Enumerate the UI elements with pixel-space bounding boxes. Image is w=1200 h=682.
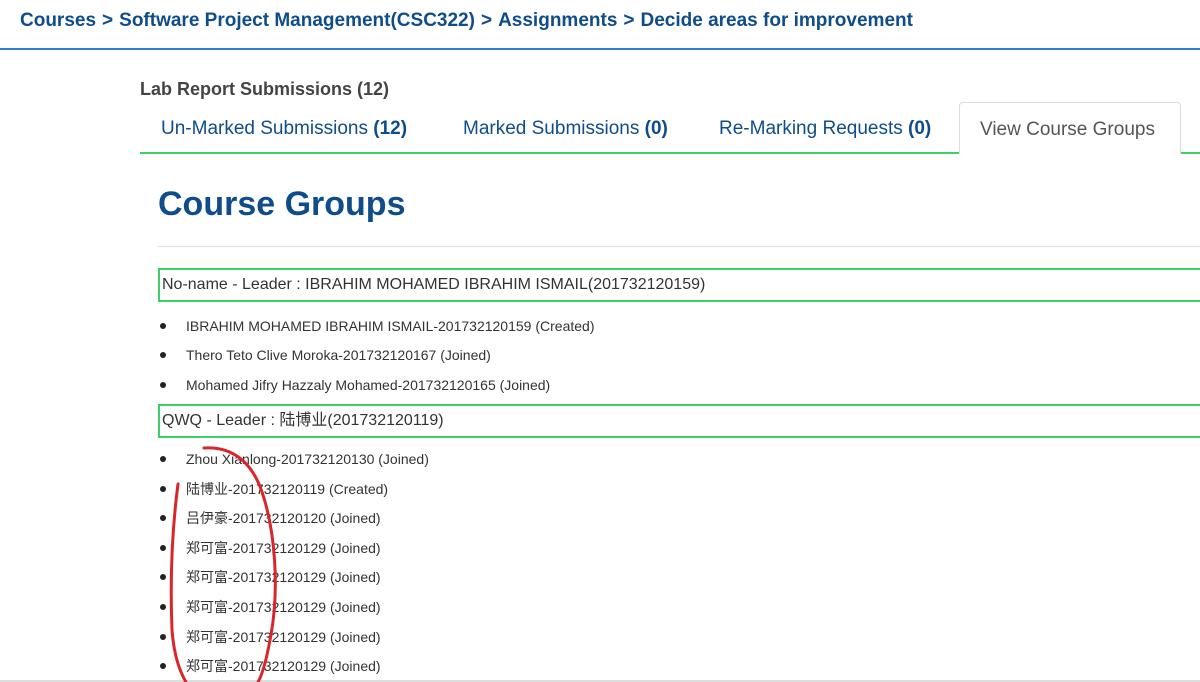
tab-count: (0) [644, 118, 668, 139]
tab-remarking-requests[interactable]: Re-Marking Requests (0) [719, 102, 931, 154]
tab-count: (12) [373, 118, 408, 139]
list-item: Mohamed Jifry Hazzaly Mohamed-2017321201… [158, 374, 550, 396]
breadcrumb-courses[interactable]: Courses [20, 10, 96, 31]
bullet-icon [160, 574, 166, 581]
tab-unmarked-submissions[interactable]: Un-Marked Submissions (12) [161, 102, 407, 154]
list-item: Zhou Xianlong-201732120130 (Joined) [158, 448, 429, 470]
member-text: 郑可富-201732120129 (Joined) [186, 658, 381, 674]
bullet-icon [160, 604, 166, 611]
member-text: Thero Teto Clive Moroka-201732120167 (Jo… [186, 347, 491, 363]
bullet-icon [160, 323, 166, 330]
bullet-icon [160, 515, 166, 522]
group-header: QWQ - Leader : 陆博业(201732120119) [158, 404, 1200, 438]
list-item: 郑可富-201732120129 (Joined) [158, 655, 381, 677]
breadcrumb-assignments[interactable]: Assignments [498, 10, 617, 31]
member-text: 郑可富-201732120129 (Joined) [186, 629, 381, 645]
top-bar: Courses > Software Project Management(CSC3… [0, 0, 1200, 50]
tab-count: (0) [908, 118, 932, 139]
list-item: 郑可富-201732120129 (Joined) [158, 596, 381, 618]
breadcrumb-course[interactable]: Software Project Management(CSC322) [119, 10, 475, 31]
list-item: 陆博业-201732120119 (Created) [158, 478, 388, 500]
member-text: 陆博业-201732120119 (Created) [186, 481, 389, 497]
bullet-icon [160, 634, 166, 641]
bullet-icon [160, 352, 166, 359]
bullet-icon [160, 456, 166, 463]
member-text: Mohamed Jifry Hazzaly Mohamed-2017321201… [186, 377, 551, 393]
tab-label: Marked Submissions [463, 118, 645, 139]
list-item: IBRAHIM MOHAMED IBRAHIM ISMAIL-201732120… [158, 315, 594, 337]
bullet-icon [160, 663, 166, 670]
breadcrumb: Courses > Software Project Management(CSC3… [20, 10, 913, 32]
breadcrumb-current: Decide areas for improvement [640, 10, 913, 31]
member-text: Zhou Xianlong-201732120130 (Joined) [186, 451, 429, 467]
breadcrumb-separator: > [480, 10, 493, 31]
group-header: No-name - Leader : IBRAHIM MOHAMED IBRAH… [158, 268, 1200, 302]
tab-bar: Un-Marked Submissions (12) Marked Submis… [140, 102, 1200, 154]
tab-view-course-groups[interactable]: View Course Groups [959, 102, 1181, 154]
bullet-icon [160, 486, 166, 493]
tab-marked-submissions[interactable]: Marked Submissions (0) [463, 102, 668, 154]
breadcrumb-separator: > [102, 10, 114, 31]
divider [158, 246, 1200, 247]
member-text: 郑可富-201732120129 (Joined) [186, 540, 381, 556]
member-text: 郑可富-201732120129 (Joined) [186, 599, 381, 615]
tab-label: Re-Marking Requests [719, 118, 909, 139]
member-text: 郑可富-201732120129 (Joined) [186, 569, 381, 585]
list-item: Thero Teto Clive Moroka-201732120167 (Jo… [158, 344, 491, 366]
tab-label: View Course Groups [980, 119, 1155, 140]
list-item: 郑可富-201732120129 (Joined) [158, 566, 381, 588]
list-item: 吕伊豪-201732120120 (Joined) [158, 507, 381, 529]
section-title: Lab Report Submissions (12) [140, 79, 390, 99]
tab-label: Un-Marked Submissions [161, 118, 374, 139]
page-title: Course Groups [158, 185, 406, 223]
member-text: IBRAHIM MOHAMED IBRAHIM ISMAIL-201732120… [186, 318, 595, 334]
bullet-icon [160, 545, 166, 552]
bullet-icon [160, 382, 166, 389]
list-item: 郑可富-201732120129 (Joined) [158, 626, 381, 648]
member-text: 吕伊豪-201732120120 (Joined) [186, 510, 381, 526]
breadcrumb-separator: > [623, 10, 635, 31]
list-item: 郑可富-201732120129 (Joined) [158, 537, 381, 559]
